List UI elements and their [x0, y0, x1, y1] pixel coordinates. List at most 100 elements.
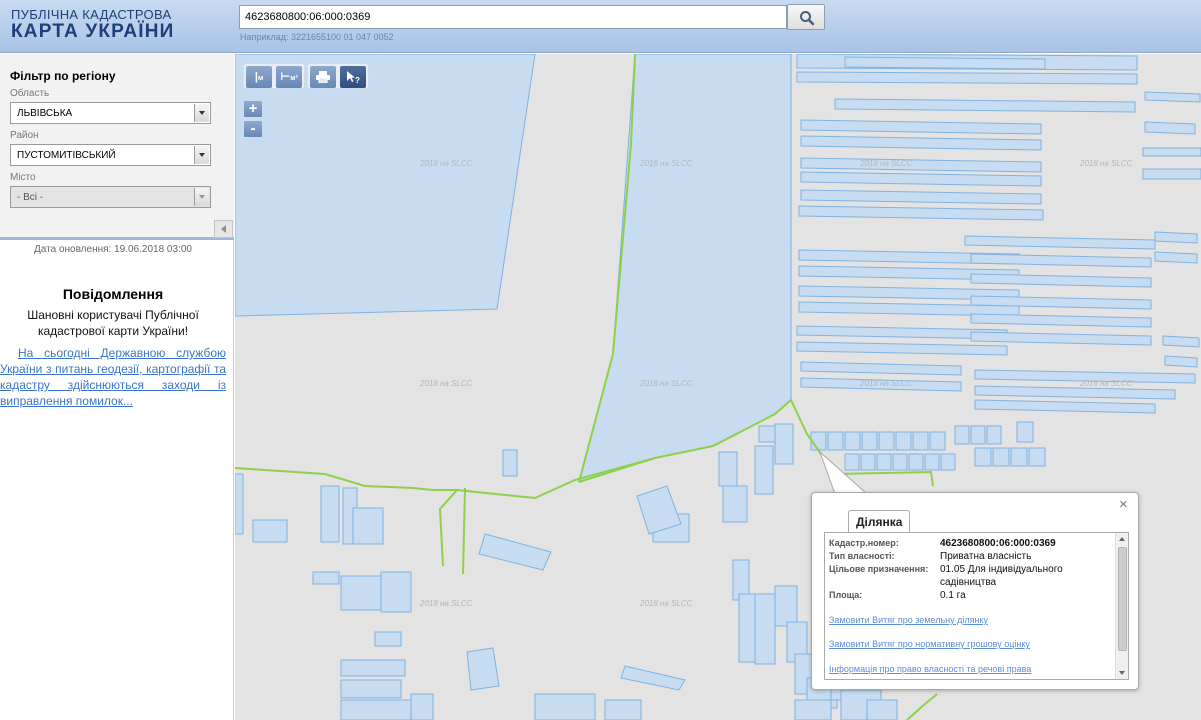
land-parcel[interactable]	[924, 453, 940, 471]
land-parcel[interactable]	[1142, 168, 1201, 180]
land-parcel[interactable]	[810, 431, 827, 451]
land-parcel[interactable]	[992, 447, 1010, 467]
order-valuation-extract-link[interactable]: Замовити Витяг про нормативну грошову оц…	[829, 639, 1030, 649]
order-land-extract-link[interactable]: Замовити Витяг про земельну ділянку	[829, 615, 988, 625]
land-parcel[interactable]	[1028, 447, 1046, 467]
land-parcel[interactable]	[466, 647, 500, 691]
region-select[interactable]: ЛЬВІВСЬКА	[10, 102, 211, 124]
land-parcel[interactable]	[866, 699, 898, 720]
land-parcel[interactable]	[970, 313, 1152, 328]
identify-button[interactable]: ?	[340, 66, 366, 88]
search-button[interactable]	[787, 4, 825, 30]
tab-parcel[interactable]: Ділянка	[848, 510, 911, 533]
ownership-info-link[interactable]: Інформація про право власності та речові…	[829, 664, 1031, 674]
scroll-thumb[interactable]	[1118, 547, 1127, 651]
land-parcel[interactable]	[1154, 251, 1198, 264]
land-parcel[interactable]	[800, 361, 962, 376]
land-parcel[interactable]	[620, 665, 686, 691]
land-parcel[interactable]	[374, 631, 402, 647]
land-parcel[interactable]	[800, 135, 1042, 151]
notice-link[interactable]: На сьогодні Державною службою України з …	[0, 345, 226, 409]
land-parcel[interactable]	[844, 431, 861, 451]
land-parcel[interactable]	[320, 485, 340, 543]
large-field[interactable]	[578, 54, 792, 483]
land-parcel[interactable]	[380, 571, 412, 613]
close-icon[interactable]: ×	[1119, 497, 1128, 512]
land-parcel[interactable]	[312, 571, 340, 585]
land-parcel[interactable]	[1164, 355, 1198, 368]
land-parcel[interactable]	[340, 659, 406, 677]
land-parcel[interactable]	[1016, 421, 1034, 443]
land-parcel[interactable]	[774, 585, 798, 627]
land-parcel[interactable]	[892, 453, 908, 471]
land-parcel[interactable]	[798, 205, 1044, 221]
land-parcel[interactable]	[878, 431, 895, 451]
land-parcel[interactable]	[908, 453, 924, 471]
land-parcel[interactable]	[340, 679, 402, 699]
land-parcel[interactable]	[800, 171, 1042, 187]
land-parcel[interactable]	[895, 431, 912, 451]
land-parcel[interactable]	[796, 341, 1008, 356]
land-parcel[interactable]	[940, 453, 956, 471]
land-parcel[interactable]	[410, 693, 434, 720]
chevron-down-icon[interactable]	[194, 104, 209, 122]
land-parcel[interactable]	[1144, 121, 1196, 135]
land-parcel[interactable]	[800, 119, 1042, 135]
land-parcel[interactable]	[876, 453, 892, 471]
app-logo[interactable]: ПУБЛІЧНА КАДАСТРОВА КАРТА УКРАЇНИ	[11, 7, 175, 41]
land-parcel[interactable]	[1142, 147, 1201, 157]
land-parcel[interactable]	[774, 423, 794, 465]
land-parcel[interactable]	[718, 451, 738, 487]
land-parcel[interactable]	[794, 699, 832, 720]
print-button[interactable]	[310, 66, 336, 88]
land-parcel[interactable]	[796, 71, 1138, 85]
land-parcel[interactable]	[970, 425, 986, 445]
land-parcel[interactable]	[834, 98, 1136, 113]
measure-length-button[interactable]: |м	[246, 66, 272, 88]
land-parcel[interactable]	[986, 425, 1002, 445]
land-parcel[interactable]	[478, 533, 552, 571]
land-parcel[interactable]	[974, 447, 992, 467]
city-select[interactable]: - Всі -	[10, 186, 211, 208]
district-select[interactable]: ПУСТОМИТІВСЬКИЙ	[10, 144, 211, 166]
scroll-down-icon[interactable]	[1119, 671, 1125, 675]
land-parcel[interactable]	[754, 445, 774, 495]
land-parcel[interactable]	[252, 519, 288, 543]
land-parcel[interactable]	[861, 431, 878, 451]
land-parcel[interactable]	[970, 273, 1152, 288]
land-parcel[interactable]	[800, 189, 1042, 205]
land-parcel[interactable]	[827, 431, 844, 451]
land-parcel[interactable]	[352, 507, 384, 545]
land-parcel[interactable]	[340, 575, 382, 611]
popup-scrollbar[interactable]	[1115, 533, 1128, 679]
measure-area-button[interactable]: ⊢м²	[276, 66, 302, 88]
scroll-up-icon[interactable]	[1119, 537, 1125, 541]
land-parcel[interactable]	[1162, 335, 1200, 348]
land-parcel[interactable]	[1010, 447, 1028, 467]
zoom-in-button[interactable]: +	[243, 100, 263, 118]
land-parcel[interactable]	[1154, 231, 1198, 244]
land-parcel[interactable]	[722, 485, 748, 523]
zoom-out-button[interactable]: -	[243, 120, 263, 138]
land-parcel[interactable]	[974, 385, 1176, 400]
land-parcel[interactable]	[912, 431, 929, 451]
cadastral-search-input[interactable]	[239, 5, 787, 29]
land-parcel[interactable]	[235, 473, 244, 535]
land-parcel[interactable]	[974, 399, 1156, 414]
land-parcel[interactable]	[604, 699, 642, 720]
land-parcel[interactable]	[502, 449, 518, 477]
large-field[interactable]	[235, 54, 536, 317]
land-parcel[interactable]	[754, 593, 776, 665]
land-parcel[interactable]	[340, 699, 412, 720]
land-parcel[interactable]	[929, 431, 946, 451]
land-parcel[interactable]	[954, 425, 970, 445]
land-parcel[interactable]	[964, 235, 1156, 250]
land-parcel[interactable]	[970, 331, 1152, 346]
land-parcel[interactable]	[800, 157, 1042, 173]
collapse-sidebar-button[interactable]	[214, 220, 233, 238]
chevron-down-icon[interactable]	[194, 146, 209, 164]
land-parcel[interactable]	[1144, 91, 1201, 103]
land-parcel[interactable]	[534, 693, 596, 720]
land-parcel[interactable]	[970, 253, 1152, 268]
land-parcel[interactable]	[844, 56, 1046, 70]
